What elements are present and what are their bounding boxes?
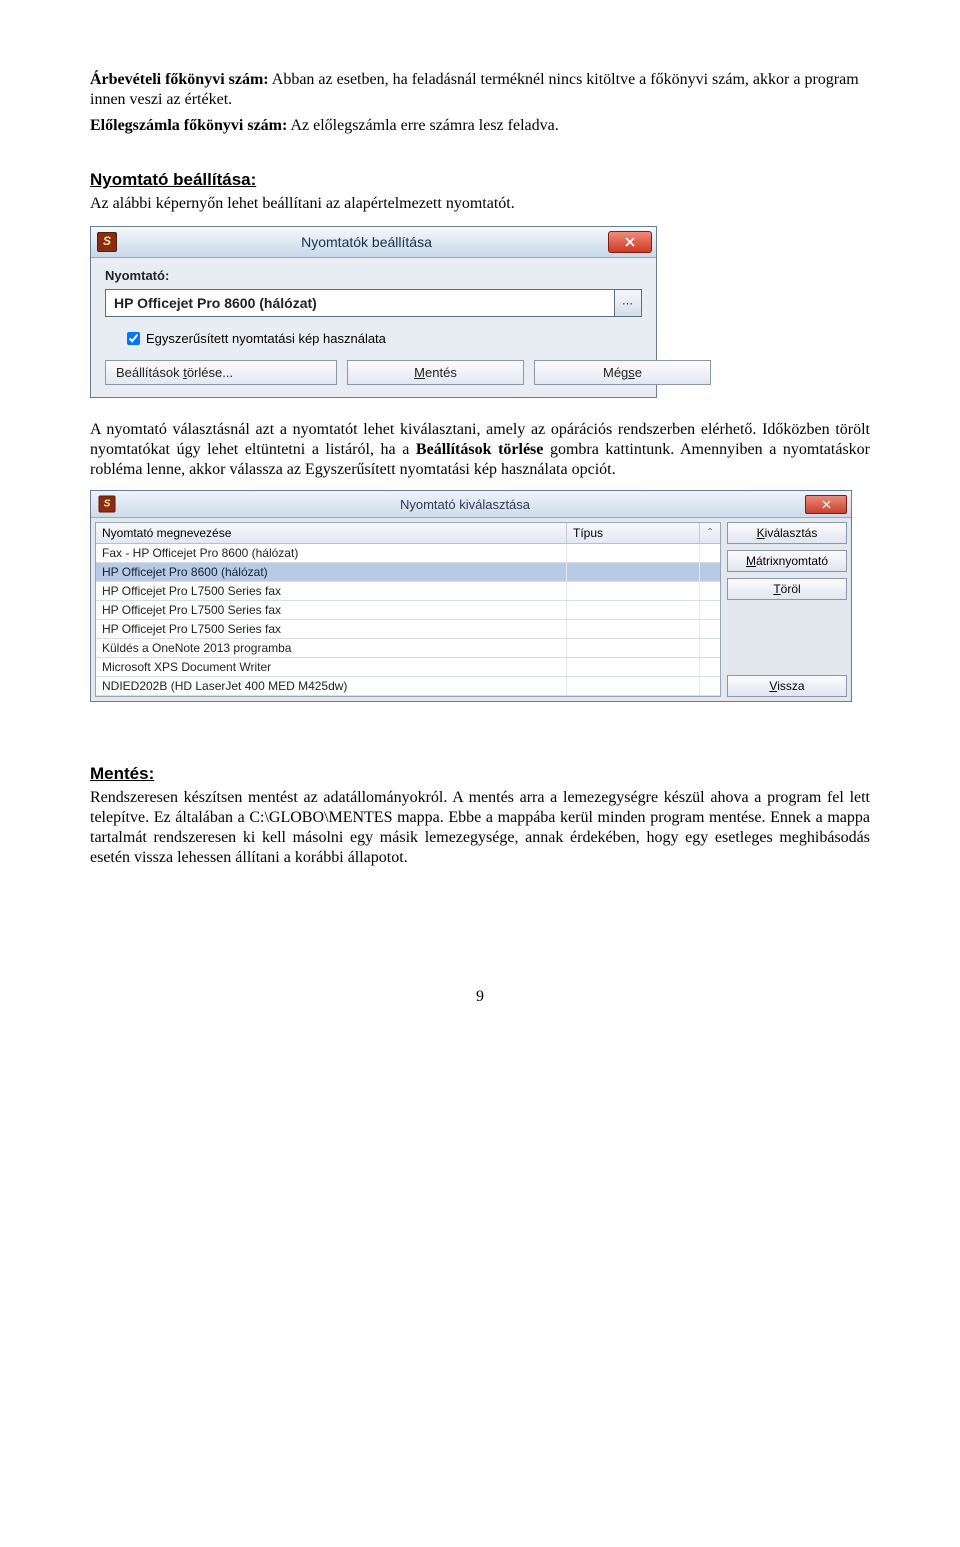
dialog1-title: Nyomtatók beállítása (125, 234, 608, 250)
close-icon (822, 500, 831, 509)
app-icon: S (99, 496, 116, 513)
para-eloleg: Előlegszámla főkönyvi szám: Az előlegszá… (90, 116, 870, 136)
printer-name-cell: Fax - HP Officejet Pro 8600 (hálózat) (96, 544, 567, 562)
dialog1-titlebar: S Nyomtatók beállítása (91, 227, 656, 258)
table-row[interactable]: HP Officejet Pro L7500 Series fax (96, 620, 720, 639)
close-icon (625, 237, 635, 247)
printer-type-cell (567, 639, 700, 657)
label-nyomtato: Nyomtató: (105, 268, 642, 283)
save-button-label: Mentés (414, 365, 457, 380)
app-icon: S (97, 232, 117, 252)
printer-table[interactable]: Nyomtató megnevezése Típus ˆ Fax - HP Of… (95, 522, 721, 697)
printer-type-cell (567, 544, 700, 562)
back-button-label: Vissza (769, 679, 804, 693)
matrix-printer-button[interactable]: Mátrixnyomtató (727, 550, 847, 572)
checkbox-simplified-print[interactable]: Egyszerűsített nyomtatási kép használata (123, 329, 642, 348)
cancel-button[interactable]: Mégse (534, 360, 711, 385)
matrix-printer-button-label: Mátrixnyomtató (746, 554, 828, 568)
printer-type-cell (567, 563, 700, 581)
printer-name-cell: HP Officejet Pro L7500 Series fax (96, 601, 567, 619)
table-row[interactable]: HP Officejet Pro L7500 Series fax (96, 582, 720, 601)
para-eloleg-lead: Előlegszámla főkönyvi szám: (90, 117, 287, 134)
para-arbevetel: Árbevételi főkönyvi szám: Abban az esetb… (90, 70, 870, 110)
ellipsis-icon: ⋯ (622, 297, 634, 310)
table-row[interactable]: Küldés a OneNote 2013 programba (96, 639, 720, 658)
delete-button-label: Töröl (773, 582, 800, 596)
table-row[interactable]: HP Officejet Pro L7500 Series fax (96, 601, 720, 620)
para-arbevetel-lead: Árbevételi főkönyvi szám: (90, 71, 269, 88)
para-printer-selection-bold: Beállítások törlése (416, 441, 543, 458)
close-button[interactable] (805, 495, 847, 514)
dialog-nyomtatok-beallitasa: S Nyomtatók beállítása Nyomtató: HP Offi… (90, 226, 657, 398)
printer-table-header: Nyomtató megnevezése Típus ˆ (96, 523, 720, 544)
table-row[interactable]: Fax - HP Officejet Pro 8600 (hálózat) (96, 544, 720, 563)
page-number: 9 (90, 988, 870, 1006)
dialog-nyomtato-kivalasztasa: S Nyomtató kiválasztása Nyomtató megneve… (90, 490, 852, 702)
table-row[interactable]: Microsoft XPS Document Writer (96, 658, 720, 677)
back-button[interactable]: Vissza (727, 675, 847, 697)
checkbox-simplified-print-label: Egyszerűsített nyomtatási kép használata (146, 331, 386, 346)
printer-name-cell: HP Officejet Pro 8600 (hálózat) (96, 563, 567, 581)
cancel-button-label: Mégse (603, 365, 642, 380)
printer-name-cell: HP Officejet Pro L7500 Series fax (96, 582, 567, 600)
text-nyomtato-beallitasa: Az alábbi képernyőn lehet beállítani az … (90, 194, 870, 214)
select-button[interactable]: Kiválasztás (727, 522, 847, 544)
dialog2-titlebar: S Nyomtató kiválasztása (91, 491, 851, 518)
table-row[interactable]: NDIED202B (HD LaserJet 400 MED M425dw) (96, 677, 720, 696)
delete-button[interactable]: Töröl (727, 578, 847, 600)
printer-input[interactable]: HP Officejet Pro 8600 (hálózat) (105, 289, 615, 317)
dialog2-title: Nyomtató kiválasztása (125, 497, 805, 512)
printer-browse-button[interactable]: ⋯ (615, 289, 642, 317)
printer-name-cell: NDIED202B (HD LaserJet 400 MED M425dw) (96, 677, 567, 695)
printer-name-cell: HP Officejet Pro L7500 Series fax (96, 620, 567, 638)
select-button-label: Kiválasztás (757, 526, 818, 540)
clear-settings-button[interactable]: Beállítások törlése... (105, 360, 337, 385)
table-row[interactable]: HP Officejet Pro 8600 (hálózat) (96, 563, 720, 582)
printer-type-cell (567, 677, 700, 695)
text-mentes: Rendszeresen készítsen mentést az adatál… (90, 788, 870, 868)
printer-type-cell (567, 601, 700, 619)
save-button[interactable]: Mentés (347, 360, 524, 385)
scroll-up-icon[interactable]: ˆ (700, 523, 720, 543)
close-button[interactable] (608, 231, 652, 253)
checkbox-simplified-print-box[interactable] (127, 332, 140, 345)
para-eloleg-rest: Az előlegszámla erre számra lesz feladva… (287, 117, 558, 134)
para-printer-selection: A nyomtató választásnál azt a nyomtatót … (90, 420, 870, 480)
heading-mentes: Mentés: (90, 764, 870, 784)
col-name: Nyomtató megnevezése (96, 523, 567, 543)
printer-type-cell (567, 582, 700, 600)
printer-name-cell: Küldés a OneNote 2013 programba (96, 639, 567, 657)
heading-nyomtato-beallitasa: Nyomtató beállítása: (90, 170, 870, 190)
printer-type-cell (567, 620, 700, 638)
col-type: Típus (567, 523, 700, 543)
printer-type-cell (567, 658, 700, 676)
printer-name-cell: Microsoft XPS Document Writer (96, 658, 567, 676)
clear-settings-button-label: Beállítások törlése... (116, 365, 233, 380)
